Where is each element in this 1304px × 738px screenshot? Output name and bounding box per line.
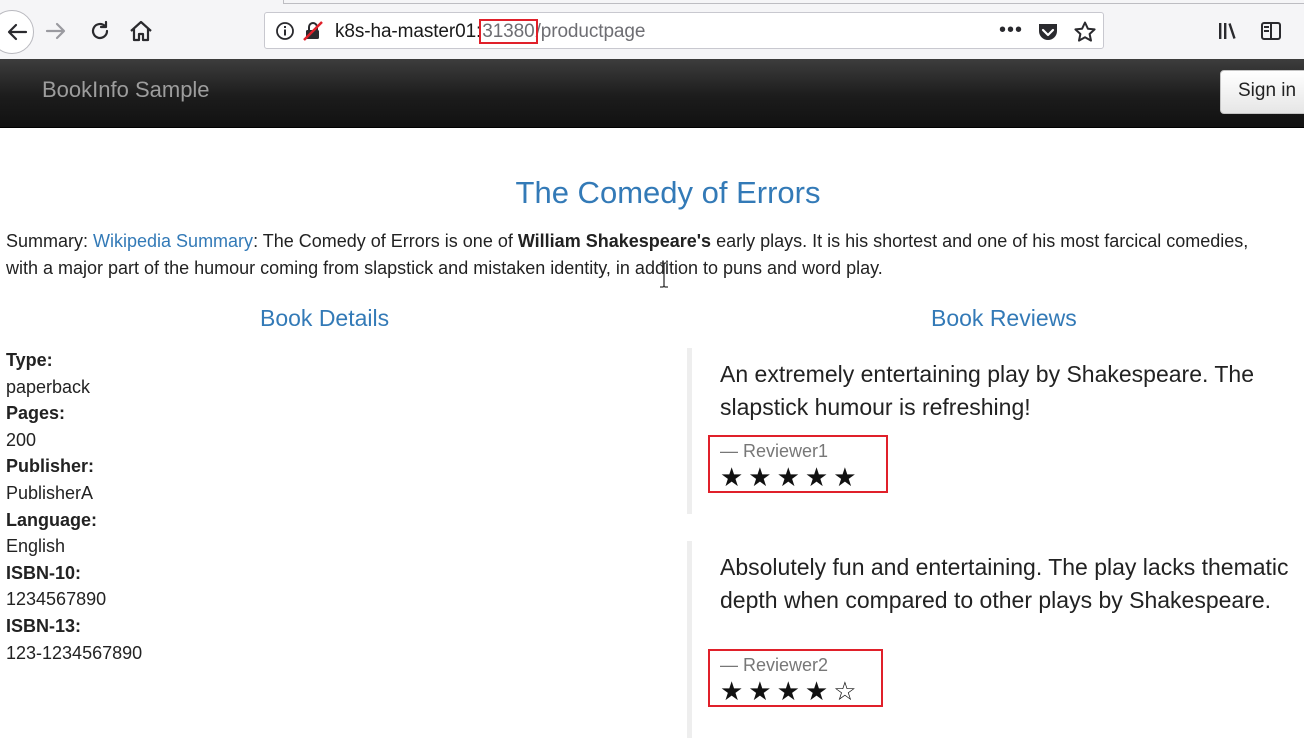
detail-label-type: Type: bbox=[6, 350, 53, 370]
detail-label-publisher: Publisher: bbox=[6, 456, 95, 477]
home-icon bbox=[130, 20, 152, 42]
reload-button[interactable] bbox=[86, 17, 114, 45]
book-details-list: Type: paperback Pages: 200 Publisher: Pu… bbox=[6, 347, 142, 666]
summary-label: Summary: bbox=[6, 231, 94, 251]
review-text: An extremely entertaining play by Shakes… bbox=[720, 361, 1254, 420]
detail-label-language: Language: bbox=[6, 509, 98, 530]
sign-in-button[interactable]: Sign in bbox=[1220, 70, 1304, 114]
review-card: An extremely entertaining play by Shakes… bbox=[687, 348, 1304, 514]
summary-text-1: : The Comedy of Errors is one of bbox=[253, 231, 518, 251]
review-card: Absolutely fun and entertaining. The pla… bbox=[687, 541, 1304, 738]
url-port-highlight: 31380 bbox=[479, 19, 538, 44]
sidebar-toggle-button[interactable] bbox=[1257, 17, 1285, 45]
reviewer-name: — Reviewer2 bbox=[720, 655, 829, 675]
book-details-heading: Book Details bbox=[260, 305, 390, 331]
url-host: k8s-ha-master01: bbox=[335, 21, 482, 42]
summary-line-1: Summary: Wikipedia Summary: The Comedy o… bbox=[6, 228, 1304, 255]
summary-text-2: early plays. It is his shortest and one … bbox=[711, 231, 1249, 251]
sidebar-icon bbox=[1261, 22, 1281, 40]
back-button[interactable] bbox=[0, 10, 34, 54]
star-rating: ★★★★☆ bbox=[720, 676, 862, 706]
star-rating: ★★★★★ bbox=[720, 462, 862, 492]
back-arrow-icon bbox=[7, 23, 28, 41]
book-summary: Summary: Wikipedia Summary: The Comedy o… bbox=[6, 228, 1304, 282]
library-button[interactable] bbox=[1214, 17, 1242, 45]
detail-value-isbn13: 123-1234567890 bbox=[6, 642, 143, 663]
detail-value-publisher: PublisherA bbox=[6, 482, 94, 503]
reviewer-highlight-box: — Reviewer2 ★★★★☆ bbox=[708, 649, 883, 707]
page-actions-menu-icon[interactable]: ••• bbox=[999, 19, 1023, 42]
url-path: /productpage bbox=[535, 21, 646, 42]
reviewer-highlight-box: — Reviewer1 ★★★★★ bbox=[708, 435, 888, 493]
home-button[interactable] bbox=[127, 17, 155, 45]
review-text: Absolutely fun and entertaining. The pla… bbox=[720, 554, 1289, 613]
info-icon[interactable] bbox=[275, 21, 295, 41]
forward-arrow-icon bbox=[45, 22, 66, 40]
detail-value-type: paperback bbox=[6, 376, 91, 397]
book-reviews-heading: Book Reviews bbox=[931, 305, 1077, 331]
pocket-icon[interactable] bbox=[1037, 21, 1059, 43]
url-text[interactable]: k8s-ha-master01:31380/productpage bbox=[335, 19, 646, 44]
reviewer-name: — Reviewer1 bbox=[720, 441, 829, 461]
site-navbar: BookInfo Sample Sign in bbox=[0, 59, 1304, 128]
forward-button[interactable] bbox=[42, 17, 70, 45]
detail-value-isbn10: 1234567890 bbox=[6, 589, 107, 610]
library-icon bbox=[1219, 23, 1236, 39]
tab-strip-edge bbox=[283, 0, 1304, 4]
url-bar[interactable]: k8s-ha-master01:31380/productpage ••• bbox=[264, 12, 1104, 49]
reload-icon bbox=[91, 20, 109, 40]
detail-label-isbn10: ISBN-10: bbox=[6, 562, 82, 583]
bookmark-star-icon[interactable] bbox=[1073, 20, 1097, 44]
wikipedia-summary-link[interactable]: Wikipedia Summary bbox=[93, 231, 253, 251]
detail-label-pages: Pages: bbox=[6, 403, 66, 424]
browser-toolbar: k8s-ha-master01:31380/productpage ••• bbox=[0, 0, 1304, 60]
summary-author: William Shakespeare's bbox=[517, 231, 712, 251]
detail-value-pages: 200 bbox=[6, 429, 37, 450]
detail-value-language: English bbox=[6, 536, 66, 557]
detail-label-isbn13: ISBN-13: bbox=[6, 615, 82, 636]
summary-line-2: with a major part of the humour coming f… bbox=[6, 258, 883, 278]
navbar-brand[interactable]: BookInfo Sample bbox=[42, 77, 210, 103]
text-cursor-icon bbox=[660, 262, 668, 288]
insecure-lock-icon[interactable] bbox=[303, 21, 323, 41]
book-title: The Comedy of Errors bbox=[515, 175, 821, 210]
